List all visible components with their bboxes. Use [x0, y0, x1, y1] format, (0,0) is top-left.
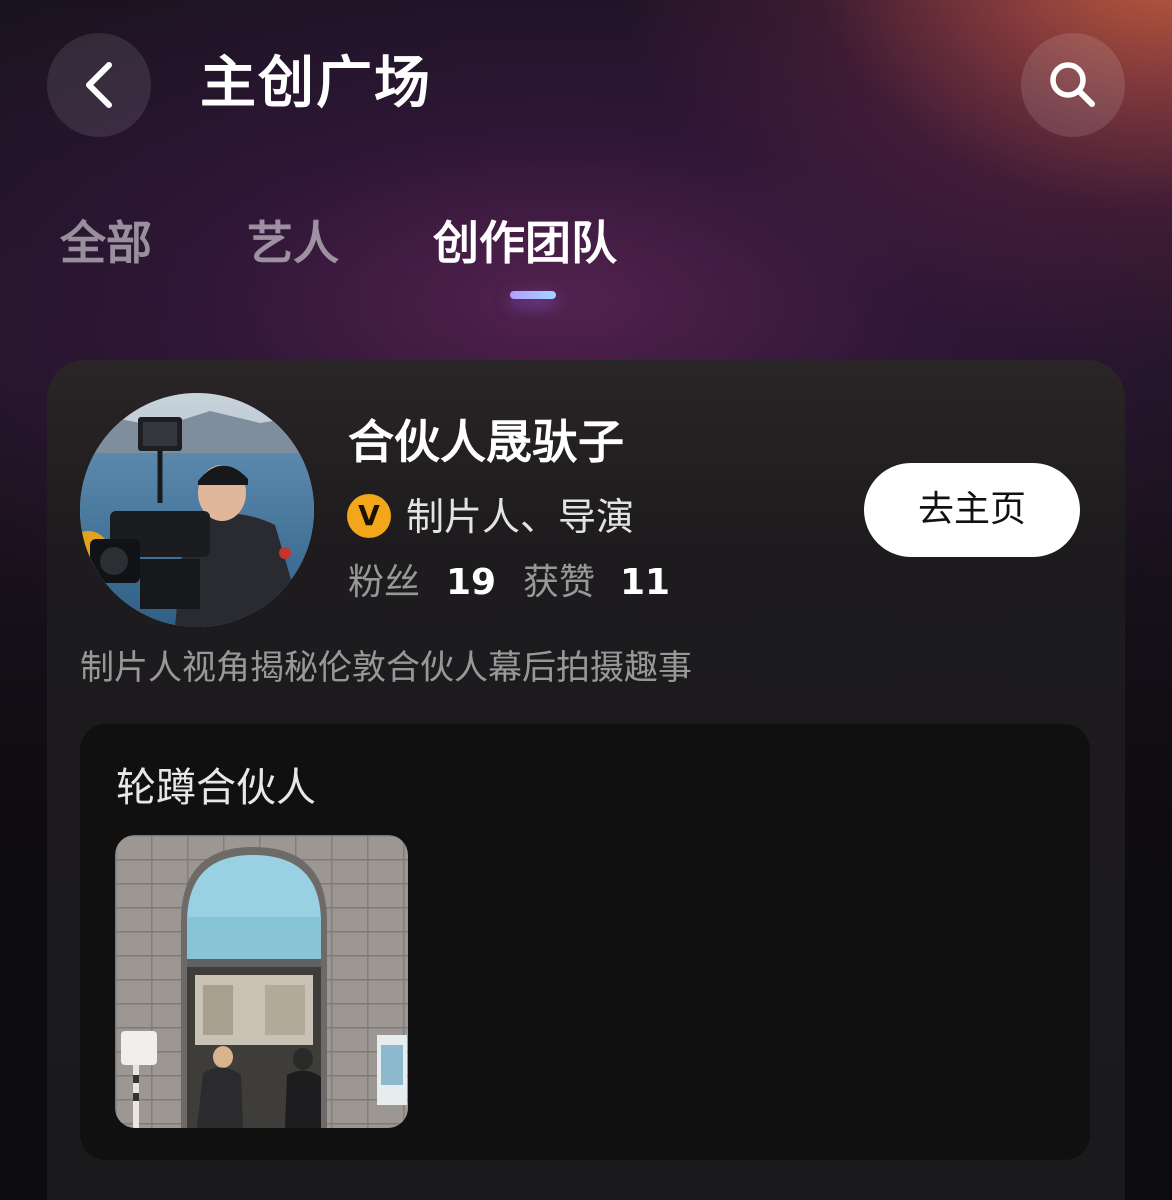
active-tab-indicator: [510, 291, 556, 299]
fans-count: 19: [446, 562, 497, 603]
chevron-left-icon: [86, 62, 112, 108]
tab-creative-team[interactable]: 创作团队: [433, 210, 617, 276]
likes-label: 获赞: [523, 562, 596, 603]
tab-artists[interactable]: 艺人: [247, 210, 339, 276]
video-thumbnail[interactable]: [115, 835, 408, 1128]
go-to-homepage-button[interactable]: 去主页: [864, 463, 1080, 557]
tab-all[interactable]: 全部: [60, 210, 152, 276]
fans-label: 粉丝: [348, 562, 421, 603]
creator-description: 制片人视角揭秘伦敦合伙人幕后拍摄趣事: [80, 648, 692, 688]
creator-name[interactable]: 合伙人晟驮子: [348, 410, 624, 474]
back-button[interactable]: [47, 33, 151, 137]
creator-avatar[interactable]: [80, 393, 314, 627]
creator-role: 制片人、导演: [406, 495, 635, 539]
verified-v-icon: V: [347, 494, 391, 538]
page-title: 主创广场: [200, 51, 432, 116]
collection-title[interactable]: 轮蹲合伙人: [116, 760, 316, 816]
likes-count: 11: [620, 562, 671, 603]
search-icon: [1050, 62, 1095, 107]
search-button[interactable]: [1021, 33, 1125, 137]
